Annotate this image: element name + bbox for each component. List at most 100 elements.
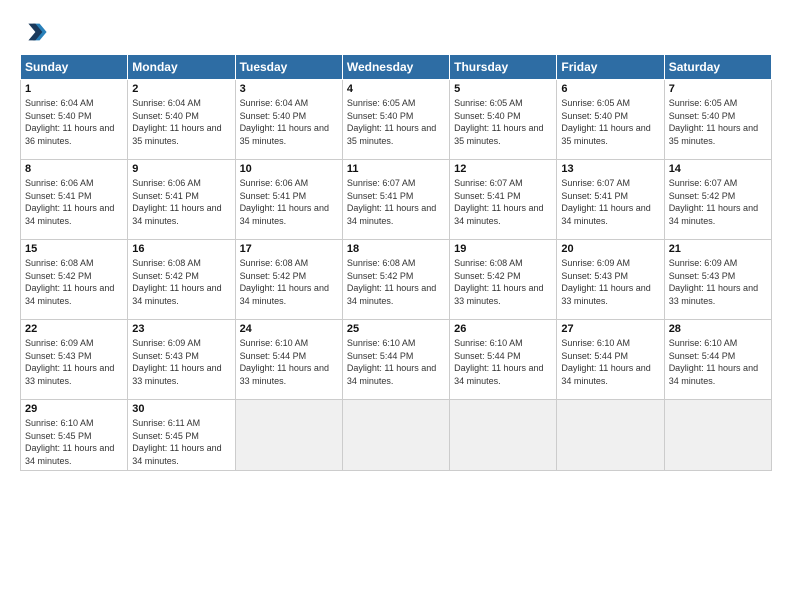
day-info: Sunrise: 6:04 AM Sunset: 5:40 PM Dayligh… <box>240 97 338 147</box>
sunrise-label: Sunrise: 6:10 AM <box>454 338 523 348</box>
sunset-label: Sunset: 5:44 PM <box>347 351 414 361</box>
calendar-cell-3: 3 Sunrise: 6:04 AM Sunset: 5:40 PM Dayli… <box>235 80 342 160</box>
calendar-cell-30: 30 Sunrise: 6:11 AM Sunset: 5:45 PM Dayl… <box>128 400 235 471</box>
day-info: Sunrise: 6:10 AM Sunset: 5:45 PM Dayligh… <box>25 417 123 467</box>
calendar-cell-10: 10 Sunrise: 6:06 AM Sunset: 5:41 PM Dayl… <box>235 160 342 240</box>
sunset-label: Sunset: 5:41 PM <box>25 191 92 201</box>
day-number: 30 <box>132 403 230 415</box>
daylight-label: Daylight: 11 hours and 34 minutes. <box>132 443 221 466</box>
sunset-label: Sunset: 5:40 PM <box>347 111 414 121</box>
sunset-label: Sunset: 5:45 PM <box>25 431 92 441</box>
day-info: Sunrise: 6:05 AM Sunset: 5:40 PM Dayligh… <box>454 97 552 147</box>
sunset-label: Sunset: 5:42 PM <box>132 271 199 281</box>
sunset-label: Sunset: 5:44 PM <box>669 351 736 361</box>
weekday-header-tuesday: Tuesday <box>235 55 342 80</box>
day-number: 26 <box>454 323 552 335</box>
daylight-label: Daylight: 11 hours and 33 minutes. <box>240 363 329 386</box>
day-number: 8 <box>25 163 123 175</box>
calendar-cell-21: 21 Sunrise: 6:09 AM Sunset: 5:43 PM Dayl… <box>664 240 771 320</box>
calendar-cell-19: 19 Sunrise: 6:08 AM Sunset: 5:42 PM Dayl… <box>450 240 557 320</box>
sunset-label: Sunset: 5:43 PM <box>669 271 736 281</box>
day-number: 17 <box>240 243 338 255</box>
sunrise-label: Sunrise: 6:08 AM <box>240 258 309 268</box>
day-info: Sunrise: 6:07 AM Sunset: 5:41 PM Dayligh… <box>454 177 552 227</box>
sunrise-label: Sunrise: 6:09 AM <box>561 258 630 268</box>
day-info: Sunrise: 6:08 AM Sunset: 5:42 PM Dayligh… <box>347 257 445 307</box>
sunrise-label: Sunrise: 6:09 AM <box>669 258 738 268</box>
day-number: 19 <box>454 243 552 255</box>
day-number: 28 <box>669 323 767 335</box>
sunset-label: Sunset: 5:43 PM <box>561 271 628 281</box>
sunrise-label: Sunrise: 6:06 AM <box>132 178 201 188</box>
day-number: 24 <box>240 323 338 335</box>
day-info: Sunrise: 6:09 AM Sunset: 5:43 PM Dayligh… <box>132 337 230 387</box>
sunrise-label: Sunrise: 6:05 AM <box>454 98 523 108</box>
day-info: Sunrise: 6:08 AM Sunset: 5:42 PM Dayligh… <box>25 257 123 307</box>
empty-cell <box>235 400 342 471</box>
calendar-cell-29: 29 Sunrise: 6:10 AM Sunset: 5:45 PM Dayl… <box>21 400 128 471</box>
sunset-label: Sunset: 5:41 PM <box>454 191 521 201</box>
daylight-label: Daylight: 11 hours and 34 minutes. <box>25 283 114 306</box>
day-info: Sunrise: 6:08 AM Sunset: 5:42 PM Dayligh… <box>454 257 552 307</box>
header <box>20 18 772 46</box>
calendar-cell-2: 2 Sunrise: 6:04 AM Sunset: 5:40 PM Dayli… <box>128 80 235 160</box>
sunset-label: Sunset: 5:40 PM <box>25 111 92 121</box>
page: SundayMondayTuesdayWednesdayThursdayFrid… <box>0 0 792 612</box>
sunset-label: Sunset: 5:40 PM <box>669 111 736 121</box>
day-info: Sunrise: 6:06 AM Sunset: 5:41 PM Dayligh… <box>132 177 230 227</box>
daylight-label: Daylight: 11 hours and 34 minutes. <box>669 203 758 226</box>
day-number: 7 <box>669 83 767 95</box>
day-info: Sunrise: 6:07 AM Sunset: 5:41 PM Dayligh… <box>347 177 445 227</box>
sunset-label: Sunset: 5:42 PM <box>240 271 307 281</box>
sunrise-label: Sunrise: 6:07 AM <box>347 178 416 188</box>
calendar-cell-11: 11 Sunrise: 6:07 AM Sunset: 5:41 PM Dayl… <box>342 160 449 240</box>
day-number: 12 <box>454 163 552 175</box>
daylight-label: Daylight: 11 hours and 34 minutes. <box>347 363 436 386</box>
calendar-cell-24: 24 Sunrise: 6:10 AM Sunset: 5:44 PM Dayl… <box>235 320 342 400</box>
calendar-header-row: SundayMondayTuesdayWednesdayThursdayFrid… <box>21 55 772 80</box>
day-info: Sunrise: 6:07 AM Sunset: 5:42 PM Dayligh… <box>669 177 767 227</box>
calendar-cell-4: 4 Sunrise: 6:05 AM Sunset: 5:40 PM Dayli… <box>342 80 449 160</box>
day-number: 4 <box>347 83 445 95</box>
day-number: 18 <box>347 243 445 255</box>
daylight-label: Daylight: 11 hours and 34 minutes. <box>454 203 543 226</box>
sunset-label: Sunset: 5:41 PM <box>561 191 628 201</box>
weekday-header-sunday: Sunday <box>21 55 128 80</box>
day-info: Sunrise: 6:06 AM Sunset: 5:41 PM Dayligh… <box>240 177 338 227</box>
day-number: 10 <box>240 163 338 175</box>
daylight-label: Daylight: 11 hours and 34 minutes. <box>347 283 436 306</box>
day-info: Sunrise: 6:11 AM Sunset: 5:45 PM Dayligh… <box>132 417 230 467</box>
day-info: Sunrise: 6:07 AM Sunset: 5:41 PM Dayligh… <box>561 177 659 227</box>
daylight-label: Daylight: 11 hours and 34 minutes. <box>561 363 650 386</box>
sunset-label: Sunset: 5:42 PM <box>347 271 414 281</box>
day-number: 2 <box>132 83 230 95</box>
daylight-label: Daylight: 11 hours and 33 minutes. <box>25 363 114 386</box>
day-info: Sunrise: 6:10 AM Sunset: 5:44 PM Dayligh… <box>454 337 552 387</box>
sunrise-label: Sunrise: 6:10 AM <box>240 338 309 348</box>
sunrise-label: Sunrise: 6:04 AM <box>132 98 201 108</box>
sunset-label: Sunset: 5:44 PM <box>561 351 628 361</box>
sunrise-label: Sunrise: 6:05 AM <box>669 98 738 108</box>
daylight-label: Daylight: 11 hours and 33 minutes. <box>669 283 758 306</box>
day-info: Sunrise: 6:09 AM Sunset: 5:43 PM Dayligh… <box>25 337 123 387</box>
daylight-label: Daylight: 11 hours and 34 minutes. <box>132 203 221 226</box>
daylight-label: Daylight: 11 hours and 33 minutes. <box>454 283 543 306</box>
calendar-cell-20: 20 Sunrise: 6:09 AM Sunset: 5:43 PM Dayl… <box>557 240 664 320</box>
calendar-cell-14: 14 Sunrise: 6:07 AM Sunset: 5:42 PM Dayl… <box>664 160 771 240</box>
sunrise-label: Sunrise: 6:10 AM <box>347 338 416 348</box>
weekday-header-friday: Friday <box>557 55 664 80</box>
sunrise-label: Sunrise: 6:05 AM <box>561 98 630 108</box>
sunset-label: Sunset: 5:41 PM <box>347 191 414 201</box>
calendar-cell-26: 26 Sunrise: 6:10 AM Sunset: 5:44 PM Dayl… <box>450 320 557 400</box>
sunrise-label: Sunrise: 6:10 AM <box>561 338 630 348</box>
sunrise-label: Sunrise: 6:05 AM <box>347 98 416 108</box>
sunrise-label: Sunrise: 6:08 AM <box>25 258 94 268</box>
daylight-label: Daylight: 11 hours and 35 minutes. <box>454 123 543 146</box>
day-info: Sunrise: 6:10 AM Sunset: 5:44 PM Dayligh… <box>561 337 659 387</box>
daylight-label: Daylight: 11 hours and 34 minutes. <box>132 283 221 306</box>
day-info: Sunrise: 6:06 AM Sunset: 5:41 PM Dayligh… <box>25 177 123 227</box>
calendar-cell-15: 15 Sunrise: 6:08 AM Sunset: 5:42 PM Dayl… <box>21 240 128 320</box>
sunset-label: Sunset: 5:44 PM <box>240 351 307 361</box>
sunset-label: Sunset: 5:40 PM <box>240 111 307 121</box>
day-number: 23 <box>132 323 230 335</box>
